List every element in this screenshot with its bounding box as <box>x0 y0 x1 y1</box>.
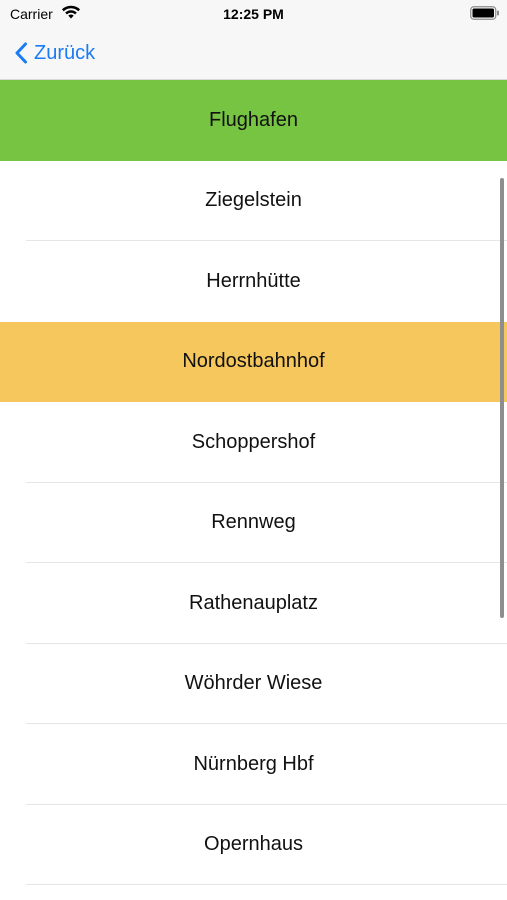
stop-label: Herrnhütte <box>206 269 301 292</box>
stop-label: Wöhrder Wiese <box>184 672 323 695</box>
stop-label: Nordostbahnhof <box>182 350 325 373</box>
stop-label: Nürnberg Hbf <box>193 752 314 775</box>
battery-icon <box>470 6 499 20</box>
list-item-stop[interactable]: Opernhaus <box>0 804 507 885</box>
row-separator <box>26 884 507 885</box>
list-item-stop[interactable]: Herrnhütte <box>0 241 507 322</box>
list-item-stop[interactable]: Ziegelstein <box>0 160 507 241</box>
back-button-label: Zurück <box>34 41 96 64</box>
list-item-stop[interactable]: Nürnberg Hbf <box>0 724 507 805</box>
status-bar: Carrier 12:25 PM <box>0 0 507 28</box>
list-item-stop[interactable]: Wöhrder Wiese <box>0 643 507 724</box>
list-item-stop[interactable]: Rathenauplatz <box>0 563 507 644</box>
list-item-stop[interactable]: Flughafen <box>0 80 507 161</box>
stop-label: Rennweg <box>211 511 296 534</box>
chevron-left-icon <box>15 42 27 64</box>
stop-label: Rathenauplatz <box>189 591 318 614</box>
stop-label: Schoppershof <box>191 430 316 453</box>
scroll-indicator[interactable] <box>500 178 504 618</box>
stops-list[interactable]: Flughafen Ziegelstein Herrnhütte Nordost… <box>0 80 507 900</box>
list-item-stop[interactable]: Nordostbahnhof <box>0 321 507 402</box>
stop-label: Flughafen <box>209 108 298 131</box>
stop-label: Ziegelstein <box>205 189 302 212</box>
navigation-bar: Zurück <box>0 28 507 80</box>
stop-label: Opernhaus <box>204 833 303 856</box>
list-item-stop[interactable]: Rennweg <box>0 482 507 563</box>
back-button[interactable]: Zurück <box>14 38 95 68</box>
list-item-stop[interactable]: Schoppershof <box>0 402 507 483</box>
status-time: 12:25 PM <box>223 6 284 22</box>
